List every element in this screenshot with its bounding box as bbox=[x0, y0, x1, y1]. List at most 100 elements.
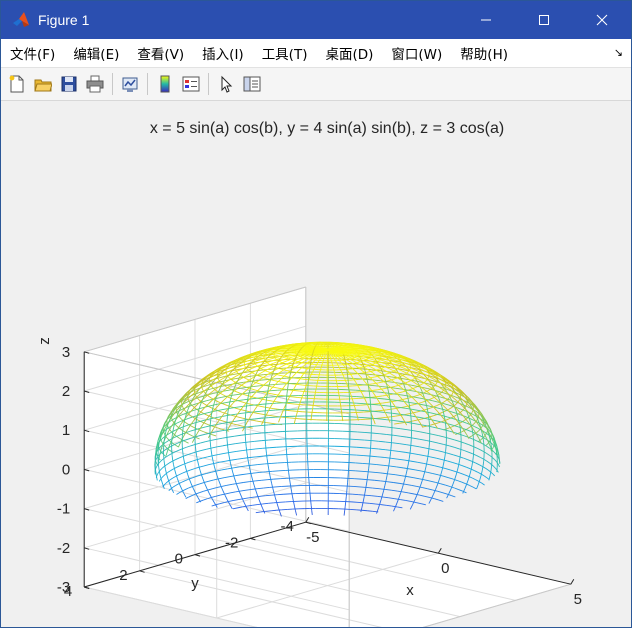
mesh-latitude-line bbox=[381, 381, 384, 383]
mesh-latitude-line bbox=[357, 423, 365, 426]
mesh-longitude-line bbox=[372, 392, 377, 398]
mesh-latitude-line bbox=[201, 388, 204, 390]
mesh-latitude-line bbox=[371, 403, 379, 406]
mesh-latitude-line bbox=[450, 406, 453, 409]
menu-help[interactable]: 帮助(H) bbox=[451, 43, 516, 63]
mesh-latitude-line bbox=[371, 447, 379, 450]
title-bar[interactable]: Figure 1 bbox=[1, 1, 631, 39]
mesh-latitude-line bbox=[287, 409, 293, 412]
mesh-latitude-line bbox=[376, 464, 384, 466]
mesh-latitude-line bbox=[493, 458, 497, 462]
open-file-button[interactable] bbox=[32, 73, 54, 95]
mesh-latitude-line bbox=[263, 487, 270, 489]
mesh-latitude-line bbox=[378, 359, 380, 361]
mesh-latitude-line bbox=[371, 440, 379, 442]
mesh-latitude-line bbox=[262, 502, 269, 505]
mesh-latitude-line bbox=[439, 411, 444, 414]
mesh-latitude-line bbox=[467, 426, 471, 430]
mesh-latitude-line bbox=[391, 505, 398, 508]
mesh-latitude-line bbox=[267, 362, 270, 365]
mesh-latitude-line bbox=[461, 481, 467, 485]
mesh-latitude-line bbox=[401, 475, 408, 478]
plot-axes[interactable]: x = 5 sin(a) cos(b), y = 4 sin(a) sin(b)… bbox=[1, 101, 631, 627]
menu-file[interactable]: 文件(F) bbox=[1, 43, 63, 63]
maximize-button[interactable] bbox=[515, 1, 573, 39]
property-inspector-button[interactable] bbox=[241, 73, 263, 95]
mesh-latitude-line bbox=[430, 412, 437, 415]
mesh-latitude-line bbox=[430, 456, 437, 459]
figure-canvas: x = 5 sin(a) cos(b), y = 4 sin(a) sin(b)… bbox=[1, 101, 631, 627]
menu-desktop[interactable]: 桌面(D) bbox=[316, 43, 381, 63]
mesh-latitude-line bbox=[364, 424, 372, 426]
mesh-latitude-line bbox=[265, 510, 272, 512]
mesh-longitude-line bbox=[332, 342, 334, 344]
mesh-latitude-line bbox=[453, 454, 459, 457]
mesh-latitude-line bbox=[361, 478, 368, 481]
mesh-latitude-line bbox=[376, 391, 384, 394]
mesh-longitude-line bbox=[318, 372, 321, 377]
window-title: Figure 1 bbox=[38, 12, 90, 28]
mesh-latitude-line bbox=[274, 380, 278, 382]
mesh-latitude-line bbox=[422, 487, 428, 490]
close-button[interactable] bbox=[573, 1, 631, 39]
mesh-longitude-line bbox=[163, 460, 166, 466]
menu-window[interactable]: 窗口(W) bbox=[382, 43, 450, 63]
mesh-latitude-line bbox=[378, 448, 386, 451]
dock-figure-icon[interactable]: ↘ bbox=[614, 46, 623, 59]
menu-view[interactable]: 查看(V) bbox=[128, 43, 192, 63]
mesh-longitude-line bbox=[311, 510, 313, 515]
colorbar-button[interactable] bbox=[154, 73, 176, 95]
link-plot-button[interactable] bbox=[119, 73, 141, 95]
save-button[interactable] bbox=[58, 73, 80, 95]
mesh-latitude-line bbox=[377, 456, 385, 458]
mesh-latitude-line bbox=[432, 400, 439, 403]
mesh-longitude-line bbox=[312, 349, 315, 352]
mesh-latitude-line bbox=[472, 477, 476, 481]
mesh-longitude-line bbox=[330, 343, 333, 346]
new-figure-button[interactable] bbox=[6, 73, 28, 95]
mesh-latitude-line bbox=[427, 399, 433, 402]
mesh-latitude-line bbox=[420, 503, 426, 506]
mesh-latitude-line bbox=[427, 407, 431, 410]
minimize-button[interactable] bbox=[457, 1, 515, 39]
mesh-latitude-line bbox=[400, 435, 407, 438]
edit-plot-button[interactable] bbox=[215, 73, 237, 95]
legend-icon bbox=[182, 76, 200, 92]
mesh-longitude-line bbox=[353, 402, 356, 408]
mesh-latitude-line bbox=[410, 402, 418, 405]
mesh-latitude-line bbox=[416, 375, 419, 377]
legend-button[interactable] bbox=[180, 73, 202, 95]
mesh-latitude-line bbox=[363, 447, 372, 449]
mesh-latitude-line bbox=[458, 399, 460, 402]
mesh-longitude-line bbox=[265, 398, 267, 404]
mesh-latitude-line bbox=[380, 504, 387, 506]
print-button[interactable] bbox=[84, 73, 106, 95]
mesh-longitude-line bbox=[163, 437, 166, 442]
mesh-latitude-line bbox=[388, 386, 396, 389]
menu-insert[interactable]: 插入(I) bbox=[193, 43, 252, 63]
mesh-latitude-line bbox=[413, 419, 418, 422]
mesh-latitude-line bbox=[413, 430, 421, 433]
mesh-latitude-line bbox=[356, 439, 365, 441]
menu-tools[interactable]: 工具(T) bbox=[253, 43, 316, 63]
mesh-latitude-line bbox=[377, 368, 380, 370]
mesh-latitude-line bbox=[261, 479, 268, 481]
mesh-latitude-line bbox=[397, 506, 403, 509]
mesh-latitude-line bbox=[407, 380, 410, 383]
mesh-latitude-line bbox=[469, 485, 474, 488]
mesh-longitude-line bbox=[375, 396, 379, 402]
mesh-longitude-line bbox=[367, 406, 371, 411]
mesh-latitude-line bbox=[395, 414, 400, 417]
toolbar-separator bbox=[112, 73, 113, 95]
mesh-latitude-line bbox=[366, 486, 373, 489]
pointer-icon bbox=[221, 75, 233, 93]
mesh-latitude-line bbox=[387, 381, 394, 383]
mesh-latitude-line bbox=[498, 464, 500, 468]
mesh-latitude-line bbox=[405, 451, 413, 454]
mesh-longitude-line bbox=[341, 416, 344, 422]
mesh-latitude-line bbox=[448, 452, 454, 456]
menu-edit[interactable]: 编辑(E) bbox=[64, 43, 127, 63]
mesh-longitude-line bbox=[245, 405, 248, 410]
mesh-latitude-line bbox=[475, 479, 480, 482]
mesh-latitude-line bbox=[408, 492, 415, 495]
